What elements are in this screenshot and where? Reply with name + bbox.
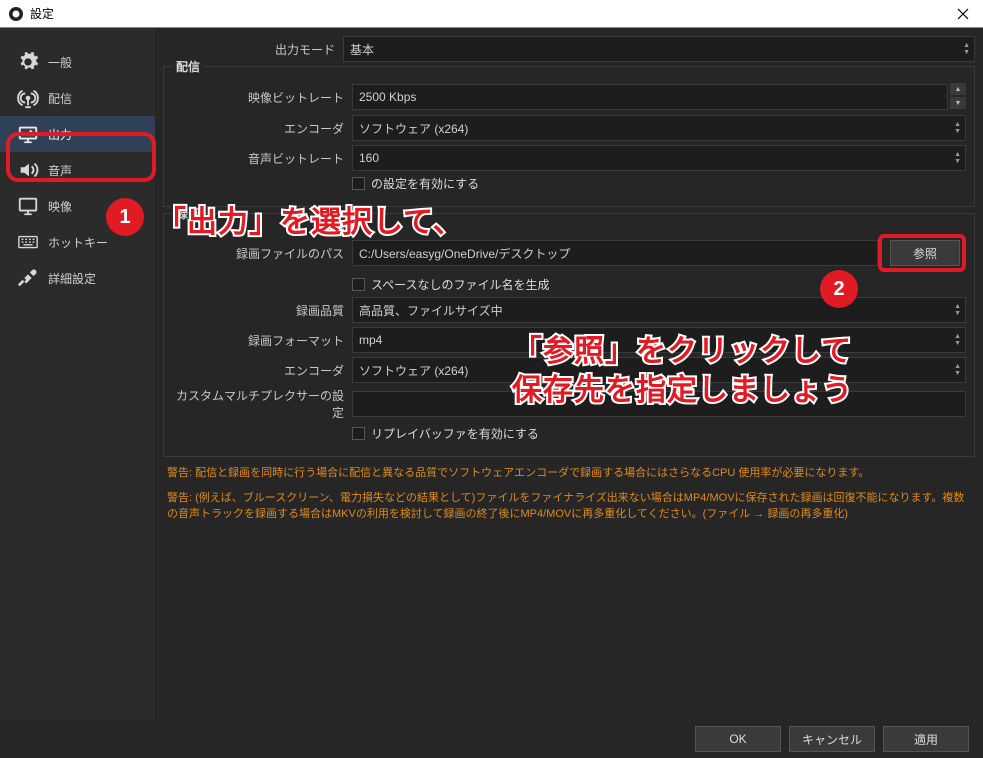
speaker-icon	[14, 158, 42, 182]
streaming-group: 配信 映像ビットレート 2500 Kbps ▲▼ エンコーダ ソフトウェア (x…	[163, 66, 975, 207]
antenna-icon	[14, 86, 42, 110]
ok-button[interactable]: OK	[695, 726, 781, 752]
output-mode-label: 出力モード	[163, 41, 343, 58]
sidebar-item-output[interactable]: 出力	[0, 116, 155, 152]
annotation-callout-2: 「参照」をクリックして 保存先を指定しましょう	[512, 332, 853, 410]
bitrate-spin[interactable]: ▲▼	[950, 83, 966, 111]
chevron-updown-icon: ▲▼	[954, 363, 961, 377]
chevron-updown-icon: ▲▼	[963, 42, 970, 56]
keyboard-icon	[14, 230, 42, 254]
sidebar-label: 一般	[48, 54, 72, 71]
gear-icon	[14, 50, 42, 74]
close-icon[interactable]	[943, 0, 983, 28]
sidebar-item-general[interactable]: 一般	[0, 44, 155, 80]
chevron-updown-icon: ▲▼	[954, 121, 961, 135]
monitor-icon	[14, 194, 42, 218]
advanced-encoder-checkbox[interactable]	[352, 177, 365, 190]
apply-button[interactable]: 適用	[883, 726, 969, 752]
sidebar-label: 配信	[48, 90, 72, 107]
audio-bitrate-label: 音声ビットレート	[172, 150, 352, 167]
sidebar-label: 映像	[48, 198, 72, 215]
annotation-callout-1: 「出力」を選択して、	[156, 203, 464, 242]
annotation-badge-2: 2	[820, 270, 858, 308]
chevron-updown-icon: ▲▼	[954, 151, 961, 165]
sidebar-label: 音声	[48, 162, 72, 179]
nospace-label: スペースなしのファイル名を生成	[371, 276, 550, 293]
sidebar-item-advanced[interactable]: 詳細設定	[0, 260, 155, 296]
video-bitrate-label: 映像ビットレート	[172, 89, 352, 106]
annotation-highlight-browse: 参照	[878, 234, 966, 272]
nospace-checkbox[interactable]	[352, 278, 365, 291]
window-titlebar: 設定	[0, 0, 983, 28]
sidebar-label: 出力	[48, 126, 72, 143]
group-title: 配信	[172, 58, 204, 75]
window-title: 設定	[30, 5, 54, 22]
video-bitrate-input[interactable]: 2500 Kbps	[352, 84, 948, 110]
muxer-label: カスタムマルチプレクサーの設定	[172, 387, 352, 421]
annotation-badge-1: 1	[106, 198, 144, 236]
warning-text-2: 警告: (例えば、ブルースクリーン、電力損失などの結果として)ファイルをファイナ…	[167, 490, 971, 523]
chevron-updown-icon: ▲▼	[954, 303, 961, 317]
stream-encoder-select[interactable]: ソフトウェア (x264)▲▼	[352, 115, 966, 141]
settings-sidebar: 一般 配信 出力 音声 映像 ホットキー 詳細設定	[0, 28, 155, 720]
sidebar-item-audio[interactable]: 音声	[0, 152, 155, 188]
rec-encoder-label: エンコーダ	[172, 362, 352, 379]
quality-select[interactable]: 高品質、ファイルサイズ中▲▼	[352, 297, 966, 323]
record-path-label: 録画ファイルのパス	[172, 245, 352, 262]
sidebar-item-stream[interactable]: 配信	[0, 80, 155, 116]
replay-buffer-checkbox[interactable]	[352, 427, 365, 440]
replay-buffer-label: リプレイバッファを有効にする	[371, 425, 539, 442]
advanced-encoder-label: の設定を有効にする	[371, 175, 479, 192]
sidebar-label: ホットキー	[48, 234, 108, 251]
chevron-updown-icon: ▲▼	[954, 333, 961, 347]
record-path-input[interactable]: C:/Users/easyg/OneDrive/デスクトップ	[352, 240, 878, 266]
tools-icon	[14, 266, 42, 290]
audio-bitrate-select[interactable]: 160▲▼	[352, 145, 966, 171]
cancel-button[interactable]: キャンセル	[789, 726, 875, 752]
sidebar-label: 詳細設定	[48, 270, 96, 287]
format-label: 録画フォーマット	[172, 332, 352, 349]
browse-button[interactable]: 参照	[890, 240, 960, 266]
app-icon	[8, 6, 24, 22]
output-icon	[14, 122, 42, 146]
quality-label: 録画品質	[172, 302, 352, 319]
output-mode-select[interactable]: 基本 ▲▼	[343, 36, 975, 62]
warning-text-1: 警告: 配信と録画を同時に行う場合に配信と異なる品質でソフトウェアエンコーダで録…	[167, 465, 971, 482]
dialog-footer: OK キャンセル 適用	[0, 720, 983, 758]
encoder-label: エンコーダ	[172, 120, 352, 137]
